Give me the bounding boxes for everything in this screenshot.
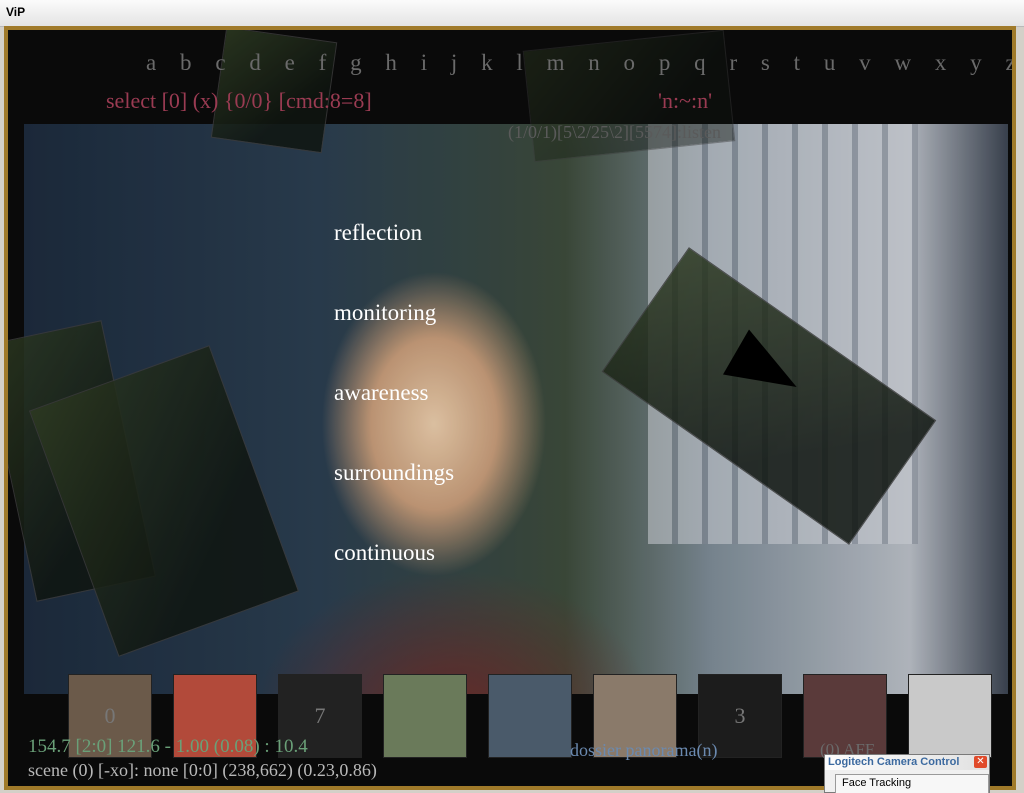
letter-q[interactable]: q [694, 50, 706, 76]
menu-item-surroundings[interactable]: surroundings [334, 460, 454, 486]
letter-w[interactable]: w [894, 50, 911, 76]
letter-m[interactable]: m [547, 50, 565, 76]
menu-item-monitoring[interactable]: monitoring [334, 300, 436, 326]
letter-a[interactable]: a [146, 50, 156, 76]
thumbnail-crowd[interactable] [488, 674, 572, 758]
command-status: select [0] (x) {0/0} [cmd:8=8] [106, 88, 372, 113]
letter-o[interactable]: o [624, 50, 636, 76]
n-status: 'n:~:n' [658, 88, 713, 113]
menu-item-reflection[interactable]: reflection [334, 220, 422, 246]
letter-p[interactable]: p [659, 50, 671, 76]
thumbnail-label: 3 [734, 703, 746, 728]
scene-status: scene (0) [-xo]: none [0:0] (238,662) (0… [28, 760, 377, 780]
letter-t[interactable]: t [794, 50, 800, 76]
letter-v[interactable]: v [859, 50, 871, 76]
title-bar: ViP [0, 0, 1024, 27]
tab-face-tracking[interactable]: Face Tracking [835, 774, 989, 793]
dossier-label: dossier panorama(n) [570, 740, 718, 760]
letter-x[interactable]: x [935, 50, 947, 76]
letter-r[interactable]: r [729, 50, 737, 76]
stats-readout: 154.7 [2:0] 121.6 - 1.00 (0.08) : 10.4 [28, 736, 308, 757]
logitech-camera-control-window: Logitech Camera Control ✕ Face Tracking [824, 754, 990, 793]
scene-canvas[interactable]: abcdefghijklmnopqrstuvwxyz select [0] (x… [8, 30, 1012, 786]
letter-f[interactable]: f [319, 50, 327, 76]
listen-status: (1/0/1)[5\2/25\2][5574]:listen [508, 122, 721, 142]
letter-k[interactable]: k [481, 50, 493, 76]
letter-u[interactable]: u [824, 50, 836, 76]
thumbnail-face[interactable] [908, 674, 992, 758]
letter-e[interactable]: e [285, 50, 295, 76]
letter-g[interactable]: g [350, 50, 362, 76]
alphabet-selector: abcdefghijklmnopqrstuvwxyz [146, 50, 1012, 76]
thumbnail-label: 7 [314, 703, 326, 728]
logitech-title: Logitech Camera Control [825, 755, 989, 770]
thumbnail-label: 0 [104, 703, 116, 728]
vip-frame: abcdefghijklmnopqrstuvwxyz select [0] (x… [4, 26, 1016, 790]
letter-i[interactable]: i [421, 50, 427, 76]
thumbnail-building[interactable] [383, 674, 467, 758]
letter-h[interactable]: h [385, 50, 397, 76]
letter-b[interactable]: b [180, 50, 192, 76]
letter-n[interactable]: n [588, 50, 600, 76]
menu-item-continuous[interactable]: continuous [334, 540, 435, 566]
letter-z[interactable]: z [1005, 50, 1012, 76]
window-title: ViP [6, 5, 26, 19]
letter-l[interactable]: l [516, 50, 522, 76]
menu-item-awareness[interactable]: awareness [334, 380, 429, 406]
letter-d[interactable]: d [249, 50, 261, 76]
close-icon[interactable]: ✕ [974, 756, 987, 768]
letter-s[interactable]: s [761, 50, 770, 76]
letter-c[interactable]: c [215, 50, 225, 76]
letter-y[interactable]: y [970, 50, 982, 76]
letter-j[interactable]: j [451, 50, 457, 76]
